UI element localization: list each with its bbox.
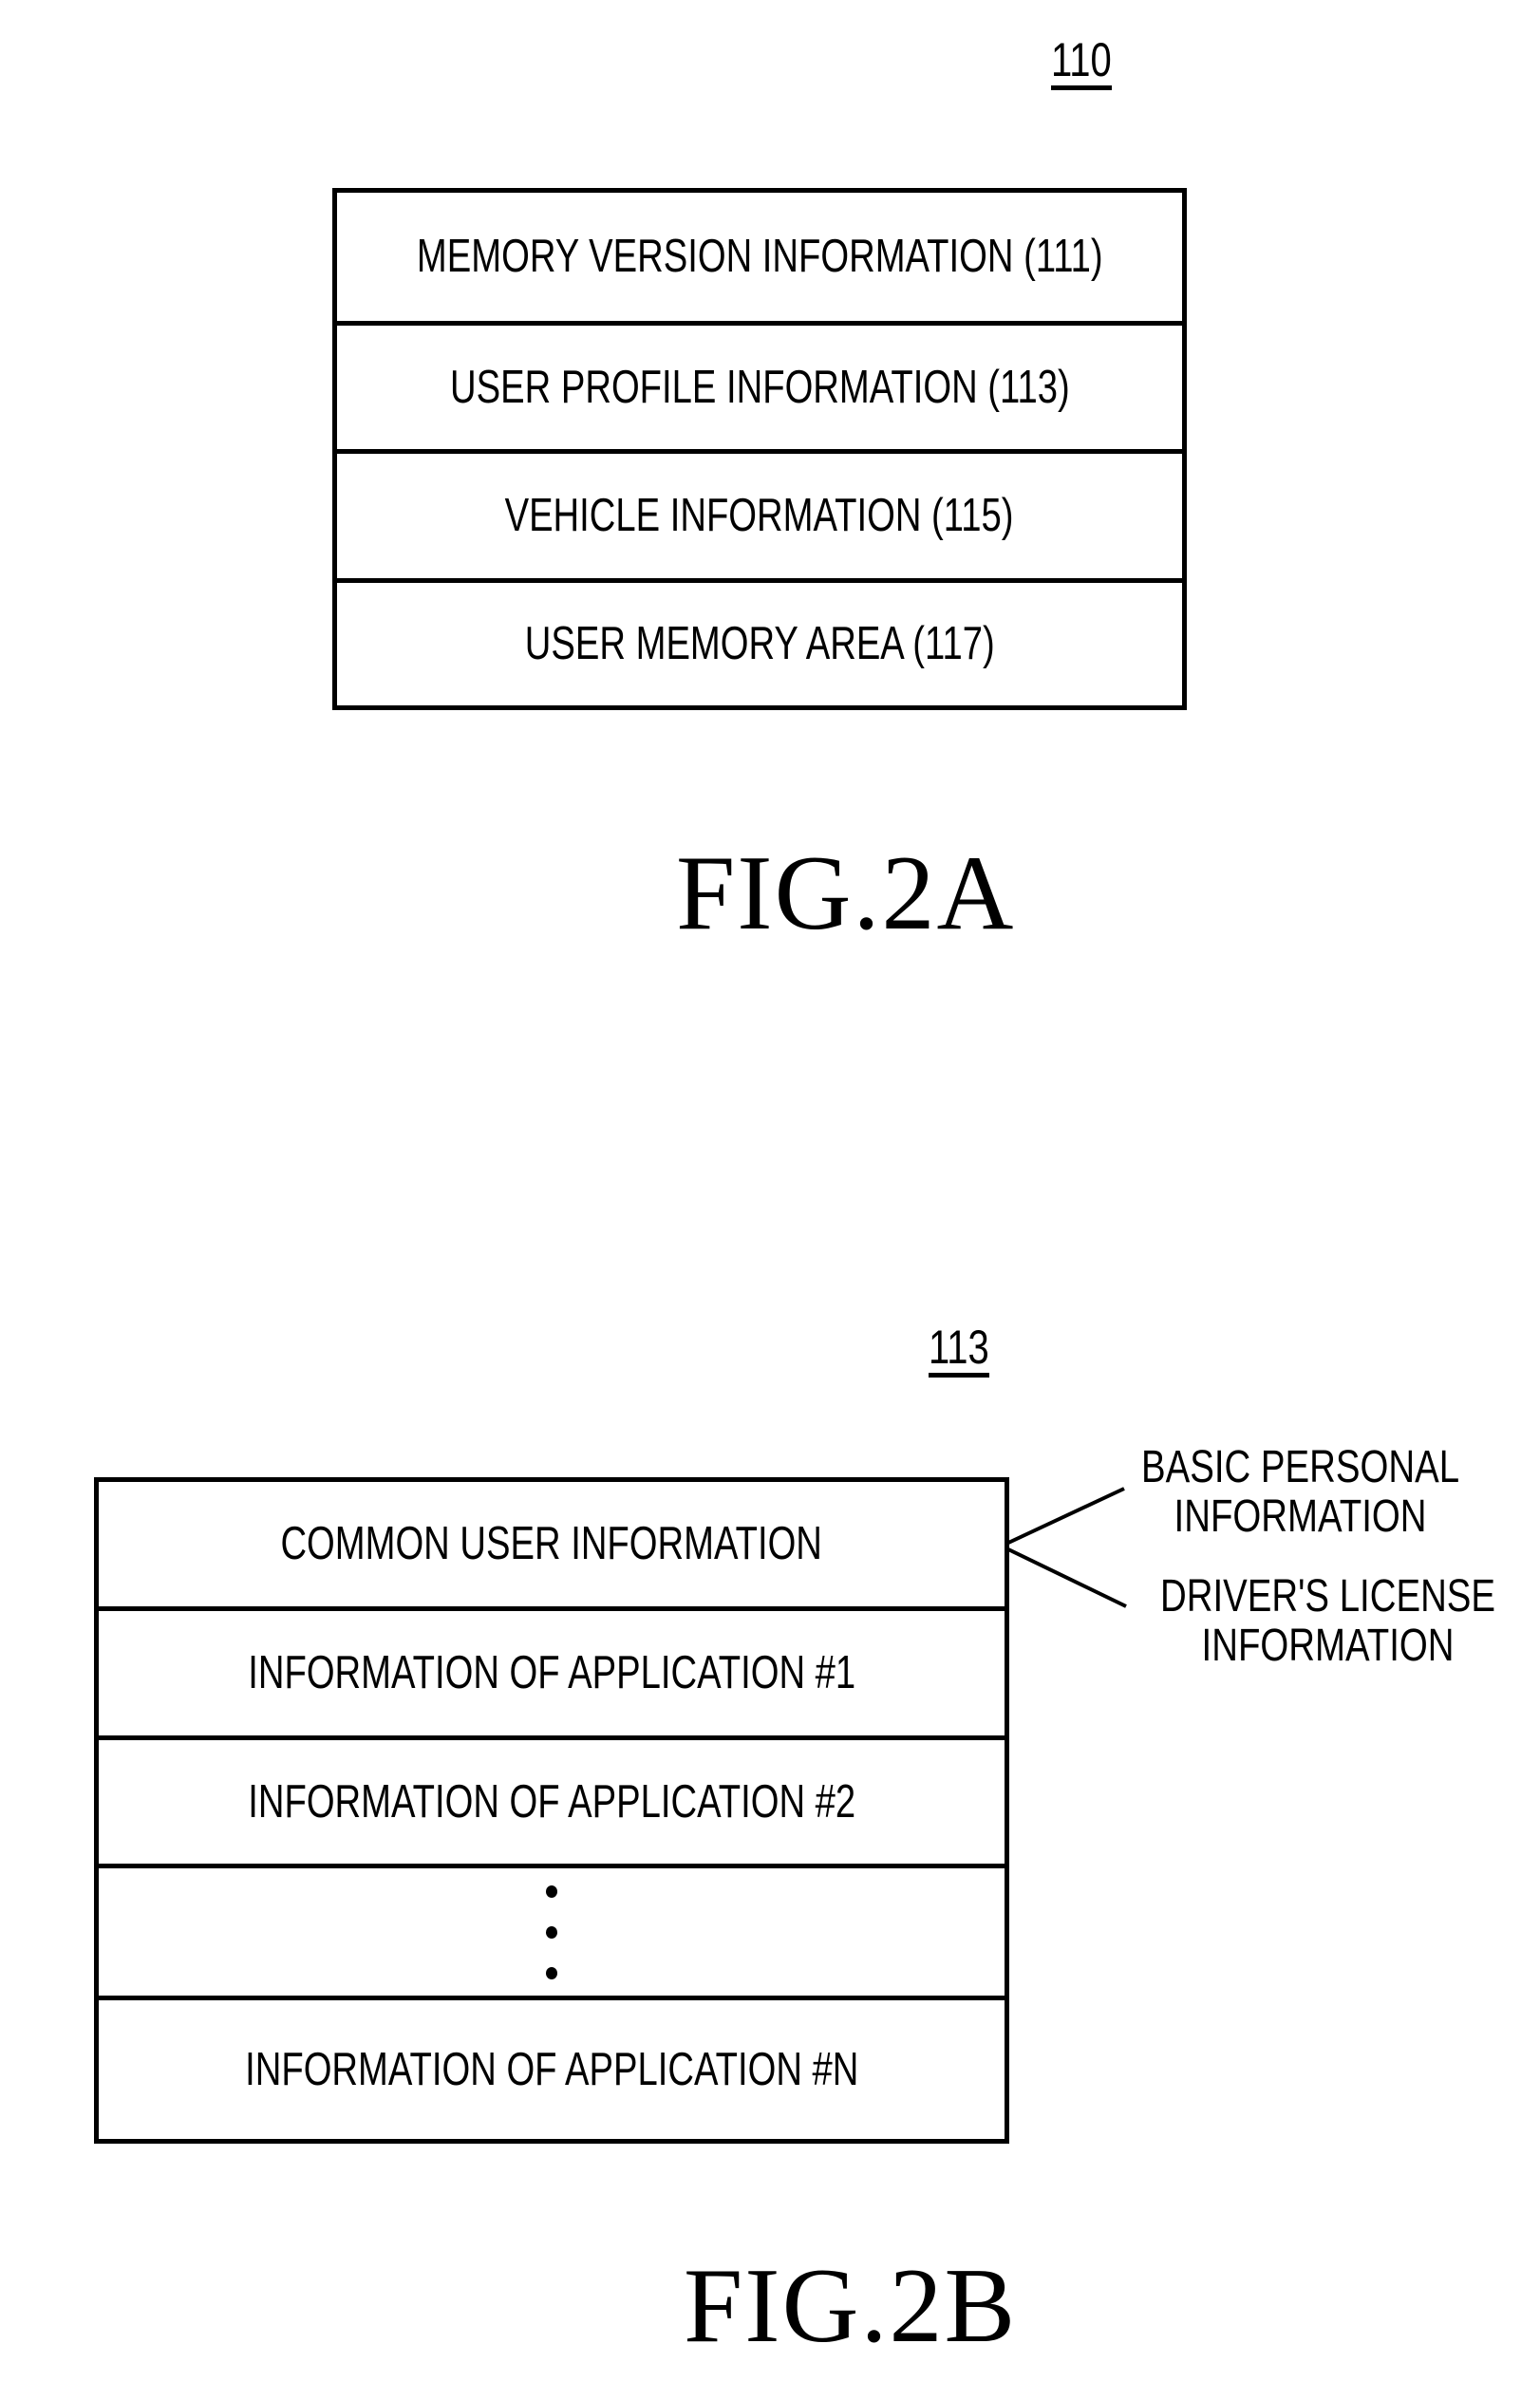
callout-drivers-license-information: DRIVER'S LICENSE INFORMATION: [1160, 1572, 1495, 1671]
callout-line-2: INFORMATION: [1174, 1491, 1427, 1542]
callout-line-drivers-license: [1007, 1547, 1127, 1608]
callout-basic-personal-information: BASIC PERSONAL INFORMATION: [1141, 1443, 1459, 1542]
callout-line-2: INFORMATION: [1201, 1621, 1455, 1671]
callout-lines: [1005, 1487, 1127, 1608]
figure-title-2b: FIG.2B: [684, 2247, 1018, 2365]
callout-line-1: DRIVER'S LICENSE: [1160, 1571, 1496, 1622]
callout-line-basic-personal: [1005, 1487, 1125, 1546]
callout-line-1: BASIC PERSONAL: [1141, 1442, 1460, 1492]
